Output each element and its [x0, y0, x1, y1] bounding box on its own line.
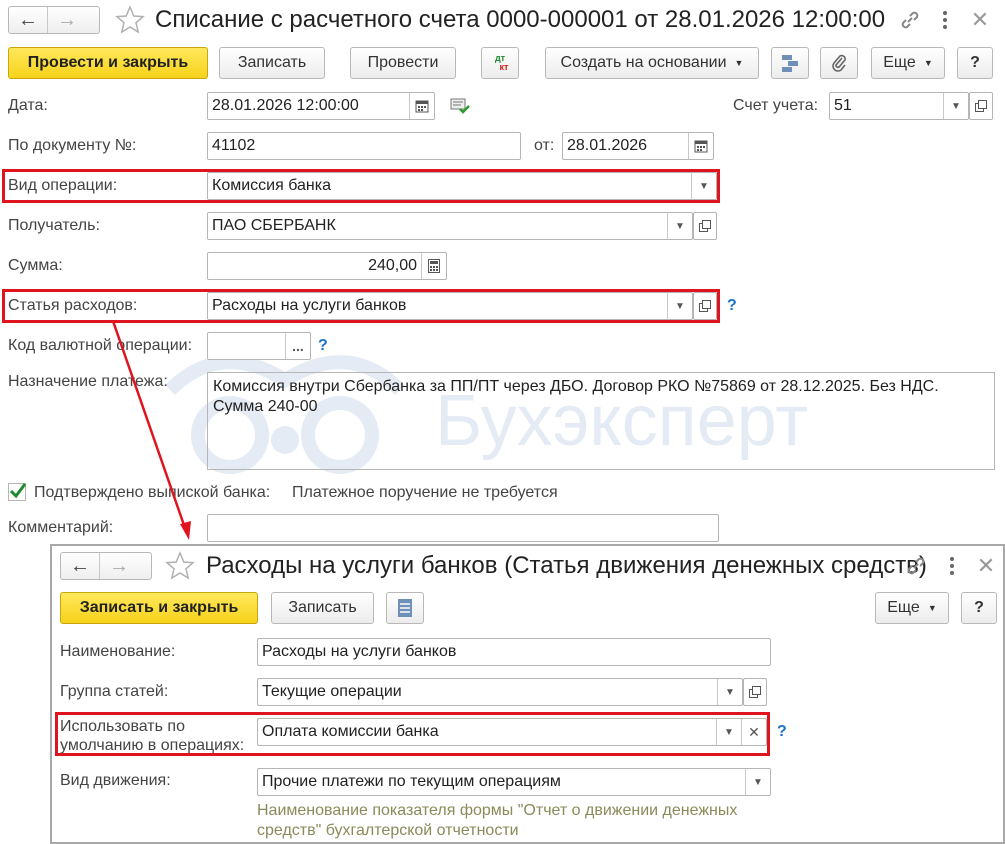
comment-label: Комментарий: — [8, 519, 114, 536]
dropdown-arrow-icon[interactable]: ▼ — [667, 213, 692, 239]
confirmed-label: Подтверждено выпиской банка: — [34, 484, 271, 501]
open-icon[interactable] — [969, 92, 993, 120]
nav-buttons: ← → — [8, 6, 100, 34]
name-value: Расходы на услуги банков — [262, 643, 457, 660]
favorite-star-icon[interactable] — [114, 4, 146, 36]
movement-value: Прочие платежи по текущим операциям — [262, 773, 561, 790]
dropdown-arrow-icon: ▼ — [927, 603, 937, 613]
group-value: Текущие операции — [262, 683, 402, 700]
back-arrow-icon[interactable]: ← — [61, 553, 99, 579]
dropdown-arrow-icon[interactable]: ▼ — [943, 93, 968, 119]
group-field[interactable]: Текущие операции ▼ — [257, 678, 743, 706]
operation-highlight — [2, 169, 720, 203]
structure-icon[interactable] — [771, 47, 809, 79]
comment-field[interactable] — [207, 514, 719, 542]
name-label: Наименование: — [60, 643, 176, 660]
purpose-label-text: Назначение платежа: — [8, 373, 168, 390]
from-label: от: — [534, 137, 555, 154]
checkmark-icon — [9, 483, 27, 499]
popup-save-button[interactable]: Записать — [271, 592, 374, 624]
more-label: Еще — [883, 54, 916, 71]
dt-kt-icon-bottom: кт — [499, 62, 509, 72]
open-icon[interactable] — [743, 678, 767, 706]
calendar-icon[interactable] — [688, 133, 713, 159]
doc-number-label: По документу №: — [8, 137, 137, 154]
select-ellipsis-icon[interactable]: ... — [285, 333, 310, 359]
doc-number-value: 41102 — [212, 137, 256, 154]
favorite-star-icon[interactable] — [164, 550, 196, 582]
forward-arrow-icon[interactable]: → — [99, 553, 138, 579]
confirmed-checkbox[interactable] — [8, 483, 27, 501]
link-icon[interactable] — [904, 554, 930, 578]
currency-code-help-link[interactable]: ? — [318, 337, 328, 355]
expense-help-link[interactable]: ? — [727, 297, 737, 315]
open-icon[interactable] — [693, 212, 717, 240]
close-icon[interactable]: ✕ — [968, 8, 992, 32]
popup-more-button[interactable]: Еще ▼ — [875, 592, 949, 624]
dt-kt-button[interactable]: дт кт — [481, 47, 519, 79]
post-and-close-button[interactable]: Провести и закрыть — [8, 47, 208, 79]
link-icon[interactable] — [898, 8, 924, 32]
default-use-help-link[interactable]: ? — [777, 723, 787, 741]
save-and-close-button[interactable]: Записать и закрыть — [60, 592, 258, 624]
create-based-on-label: Создать на основании — [560, 54, 727, 71]
currency-code-label: Код валютной операции: — [8, 337, 193, 354]
group-label: Группа статей: — [60, 683, 169, 700]
calendar-icon[interactable] — [409, 93, 434, 119]
list-icon[interactable] — [386, 592, 424, 624]
currency-code-field[interactable]: ... — [207, 332, 311, 360]
main-window-title: Списание с расчетного счета 0000-000001 … — [155, 6, 886, 33]
amount-value: 240,00 — [368, 257, 417, 274]
doc-number-field[interactable]: 41102 — [207, 132, 521, 160]
post-button[interactable]: Провести — [350, 47, 456, 79]
expense-highlight — [2, 289, 720, 323]
popup-help-button[interactable]: ? — [961, 592, 997, 624]
movement-hint: Наименование показателя формы "Отчет о д… — [257, 802, 738, 839]
more-button[interactable]: Еще ▼ — [871, 47, 945, 79]
date-value: 28.01.2026 12:00:00 — [212, 97, 359, 114]
document-check-icon[interactable] — [450, 96, 470, 116]
recipient-value: ПАО СБЕРБАНК — [212, 217, 336, 234]
popup-window: ← → Расходы на услуги банков (Статья дви… — [50, 544, 1005, 844]
payment-order-status: Платежное поручение не требуется — [292, 484, 558, 501]
date-field[interactable]: 28.01.2026 12:00:00 — [207, 92, 435, 120]
save-button[interactable]: Записать — [219, 47, 325, 79]
close-icon[interactable]: ✕ — [974, 554, 998, 578]
help-button[interactable]: ? — [957, 47, 993, 79]
more-vertical-icon[interactable] — [942, 556, 962, 576]
name-field[interactable]: Расходы на услуги банков — [257, 638, 771, 666]
dropdown-arrow-icon: ▼ — [734, 58, 744, 68]
dropdown-arrow-icon[interactable]: ▼ — [745, 769, 770, 795]
account-value: 51 — [834, 97, 852, 114]
create-based-on-button[interactable]: Создать на основании ▼ — [545, 47, 759, 79]
date-label: Дата: — [8, 97, 48, 114]
more-vertical-icon[interactable] — [935, 10, 955, 30]
amount-label: Сумма: — [8, 257, 63, 274]
connector-arrow-head — [180, 521, 191, 540]
popup-more-label: Еще — [887, 599, 920, 616]
dropdown-arrow-icon[interactable]: ▼ — [717, 679, 742, 705]
dropdown-arrow-icon: ▼ — [923, 58, 933, 68]
forward-arrow-icon[interactable]: → — [47, 7, 86, 33]
amount-field[interactable]: 240,00 — [207, 252, 447, 280]
from-date-value: 28.01.2026 — [567, 137, 648, 154]
recipient-label: Получатель: — [8, 217, 100, 234]
movement-field[interactable]: Прочие платежи по текущим операциям ▼ — [257, 768, 771, 796]
recipient-field[interactable]: ПАО СБЕРБАНК ▼ — [207, 212, 693, 240]
back-arrow-icon[interactable]: ← — [9, 7, 47, 33]
purpose-label: Назначение платежа: — [8, 373, 188, 391]
account-field[interactable]: 51 ▼ — [829, 92, 969, 120]
popup-window-title: Расходы на услуги банков (Статья движени… — [206, 552, 927, 579]
from-date-field[interactable]: 28.01.2026 — [562, 132, 714, 160]
calculator-icon[interactable] — [421, 253, 446, 279]
default-use-highlight — [55, 712, 770, 756]
movement-label: Вид движения: — [60, 772, 171, 789]
popup-nav-buttons: ← → — [60, 552, 152, 580]
account-label: Счет учета: — [733, 97, 819, 114]
purpose-textarea[interactable]: Комиссия внутри Сбербанка за ПП/ПТ через… — [207, 372, 995, 470]
attachment-icon[interactable] — [820, 47, 858, 79]
purpose-value: Комиссия внутри Сбербанка за ПП/ПТ через… — [213, 378, 939, 415]
